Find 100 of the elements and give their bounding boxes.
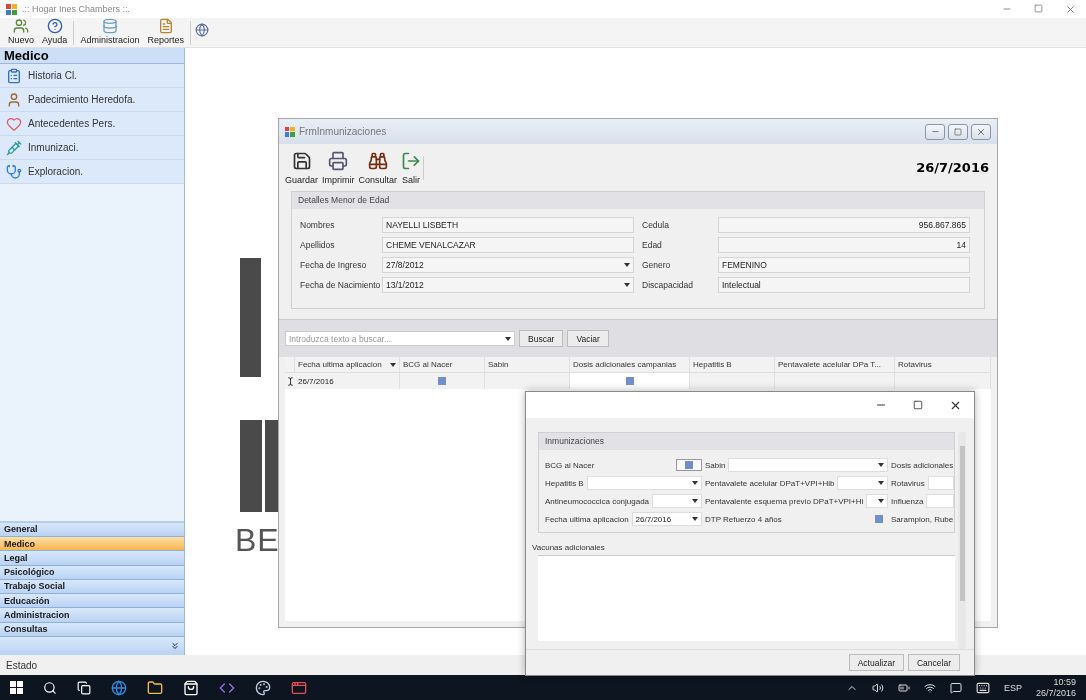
people-icon — [13, 18, 29, 34]
maximize-icon[interactable] — [913, 400, 923, 410]
folder-icon[interactable] — [147, 679, 163, 696]
input-field[interactable]: 956.867.865 — [718, 217, 970, 233]
window-title: .:: Hogar Ines Chambers ::. — [22, 4, 131, 14]
field-label: Sarampion, Rube — [891, 514, 954, 524]
group-title: Inmunizaciones — [539, 433, 954, 450]
checkbox[interactable] — [625, 377, 634, 385]
caret-icon — [692, 499, 698, 503]
checkbox[interactable] — [875, 515, 883, 523]
printer-icon — [328, 150, 349, 171]
date-picker[interactable]: 27/8/2012 — [382, 257, 634, 273]
action-button[interactable]: Actualizar — [848, 654, 904, 671]
app-icon[interactable] — [291, 679, 307, 696]
action-button[interactable]: Buscar — [519, 330, 564, 347]
toolbar-button[interactable]: Ayuda — [40, 18, 70, 45]
field-label: BCG al Nacer — [545, 460, 595, 470]
column-header[interactable]: Fecha ultima aplicacion — [295, 357, 400, 373]
caret-icon — [878, 481, 884, 485]
toolbar-button[interactable]: Guardar — [283, 150, 321, 185]
caret-icon — [624, 263, 630, 267]
field-label: Edad — [642, 240, 663, 250]
section-button[interactable]: Educación — [0, 594, 184, 609]
section-button[interactable]: Legal — [0, 551, 184, 566]
date-picker[interactable]: 13/1/2012 — [382, 277, 634, 293]
windows-icon[interactable] — [10, 681, 23, 694]
checkbox[interactable] — [438, 377, 446, 385]
close-button[interactable] — [971, 123, 991, 140]
input-field[interactable]: Intelectual — [718, 277, 970, 293]
column-header[interactable]: Sabin — [485, 357, 570, 373]
globe-icon[interactable] — [194, 23, 209, 37]
field-label: Genero — [642, 260, 672, 270]
clipboard-icon — [6, 67, 22, 84]
field-label: Rotavirus — [891, 478, 925, 488]
minimize-button[interactable] — [925, 123, 945, 140]
wifi-icon[interactable] — [923, 681, 936, 694]
keyboard-icon[interactable] — [975, 680, 990, 695]
notification-icon[interactable] — [949, 681, 962, 694]
toolbar-button[interactable]: Imprimir — [320, 150, 357, 185]
volume-icon[interactable] — [871, 681, 884, 694]
stethoscope-icon — [6, 163, 22, 180]
toolbar-button[interactable]: Nuevo — [6, 18, 36, 45]
column-header[interactable]: Dosis adicionales campanias — [570, 357, 690, 373]
maximize-icon — [954, 127, 962, 136]
logo-text: BE — [235, 524, 280, 556]
toolbar-button[interactable]: Administracion — [78, 18, 142, 45]
search-icon[interactable] — [43, 680, 57, 695]
heart-icon — [6, 115, 22, 132]
field-label: Cedula — [642, 220, 670, 230]
column-header[interactable]: Rotavirus — [895, 357, 991, 373]
field-label: Vacunas adicionales — [532, 543, 606, 552]
section-button[interactable]: Administracion — [0, 608, 184, 623]
combo-box[interactable] — [866, 494, 889, 508]
input-field[interactable] — [926, 494, 954, 508]
date-picker[interactable]: 26/7/2016 — [631, 512, 702, 526]
battery-icon[interactable] — [897, 681, 910, 694]
checkbox[interactable] — [676, 459, 702, 471]
field-label: Pentavalete acelular DPaT+VPI+Hib — [705, 478, 835, 488]
column-header[interactable]: Pentavalete acelular DPa T... — [775, 357, 895, 373]
scrollbar[interactable] — [958, 432, 966, 649]
browser-icon[interactable] — [111, 679, 127, 696]
caret-icon — [878, 463, 884, 467]
clock[interactable]: 10:59 26/7/2016 — [1035, 676, 1076, 699]
column-header[interactable]: Hepatitis B — [690, 357, 775, 373]
input-field[interactable]: CHEME VENALCAZAR — [382, 237, 634, 253]
input-field[interactable]: 14 — [718, 237, 970, 253]
caret-icon — [505, 336, 511, 341]
caret-icon — [878, 499, 885, 503]
group-title: Detalles Menor de Edad — [292, 192, 984, 209]
action-button[interactable]: Vaciar — [567, 330, 609, 347]
report-icon — [157, 18, 174, 34]
column-header[interactable]: BCG al Nacer — [400, 357, 485, 373]
sidebar-item[interactable]: Historia Cl. — [0, 64, 184, 88]
action-button[interactable]: Cancelar — [907, 654, 960, 671]
palette-icon[interactable] — [255, 679, 271, 696]
database-icon — [101, 18, 118, 34]
field-label: Hepatitis B — [545, 478, 584, 488]
input-field[interactable]: FEMENINO — [718, 257, 970, 273]
sidebar-item[interactable]: Exploracion. — [0, 160, 184, 184]
task-view-icon[interactable] — [77, 680, 91, 695]
toolbar-button[interactable]: Salir — [399, 150, 424, 185]
field-label: Fecha ultima aplicacion — [545, 514, 629, 524]
store-icon[interactable] — [183, 679, 199, 696]
field-label: Sabin — [705, 460, 726, 470]
maximize-button[interactable] — [948, 123, 968, 140]
form-title: FrmInmunizaciones — [299, 126, 387, 137]
sidebar-item[interactable]: Padecimiento Heredofa. — [0, 88, 184, 112]
field-label: Influenza — [891, 496, 924, 506]
toolbar-button[interactable]: Consultar — [356, 150, 400, 185]
sidebar-item[interactable]: Antecedentes Pers. — [0, 112, 184, 136]
app-icon — [6, 3, 17, 15]
input-field[interactable]: NAYELLI LISBETH — [382, 217, 634, 233]
field-label: Fecha de Nacimiento — [300, 280, 380, 290]
sidebar-item[interactable]: Inmunizaci. — [0, 136, 184, 160]
more-icon[interactable] — [170, 641, 180, 651]
language-indicator[interactable]: ESP — [1003, 682, 1022, 693]
exit-icon — [401, 150, 422, 171]
input-field[interactable] — [927, 476, 954, 490]
caret-icon — [624, 283, 630, 287]
toolbar-button[interactable]: Reportes — [145, 18, 186, 45]
